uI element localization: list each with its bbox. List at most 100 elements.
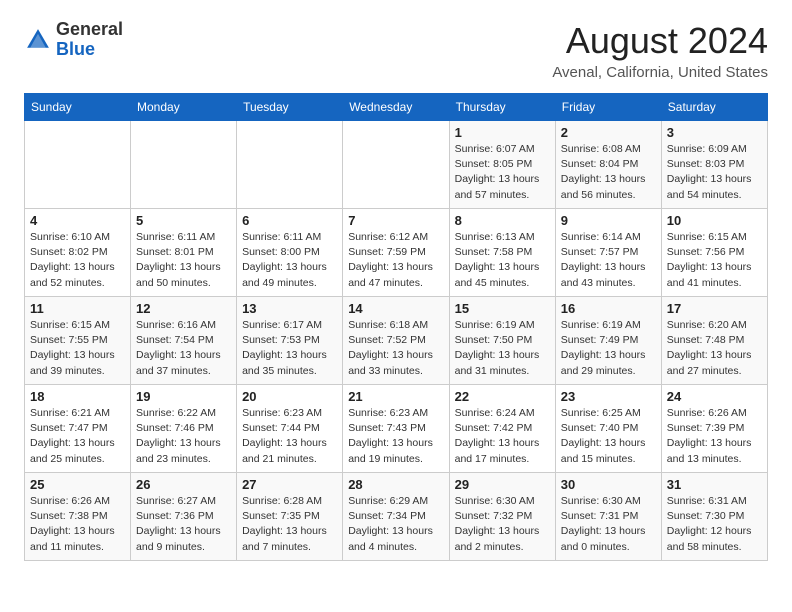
day-info: Sunrise: 6:08 AMSunset: 8:04 PMDaylight:…: [561, 142, 656, 203]
day-number: 25: [30, 477, 125, 492]
table-row: [237, 121, 343, 209]
day-info: Sunrise: 6:15 AMSunset: 7:55 PMDaylight:…: [30, 318, 125, 379]
day-number: 3: [667, 125, 762, 140]
day-number: 23: [561, 389, 656, 404]
day-number: 29: [455, 477, 550, 492]
day-info: Sunrise: 6:22 AMSunset: 7:46 PMDaylight:…: [136, 406, 231, 467]
day-info: Sunrise: 6:30 AMSunset: 7:32 PMDaylight:…: [455, 494, 550, 555]
col-thursday: Thursday: [449, 94, 555, 121]
day-info: Sunrise: 6:27 AMSunset: 7:36 PMDaylight:…: [136, 494, 231, 555]
day-number: 4: [30, 213, 125, 228]
day-info: Sunrise: 6:26 AMSunset: 7:38 PMDaylight:…: [30, 494, 125, 555]
day-number: 2: [561, 125, 656, 140]
day-number: 1: [455, 125, 550, 140]
table-row: 18 Sunrise: 6:21 AMSunset: 7:47 PMDayligh…: [25, 385, 131, 473]
table-row: 1 Sunrise: 6:07 AMSunset: 8:05 PMDaylight…: [449, 121, 555, 209]
day-number: 21: [348, 389, 443, 404]
day-number: 10: [667, 213, 762, 228]
table-row: [343, 121, 449, 209]
table-row: 19Sunrise: 6:22 AMSunset: 7:46 PMDayligh…: [131, 385, 237, 473]
day-number: 11: [30, 301, 125, 316]
table-row: 12Sunrise: 6:16 AMSunset: 7:54 PMDayligh…: [131, 297, 237, 385]
calendar-week-row: 25 Sunrise: 6:26 AMSunset: 7:38 PMDayligh…: [25, 473, 768, 561]
day-info: Sunrise: 6:18 AMSunset: 7:52 PMDaylight:…: [348, 318, 443, 379]
logo-icon: [24, 26, 52, 54]
day-number: 30: [561, 477, 656, 492]
table-row: 23 Sunrise: 6:25 AMSunset: 7:40 PMDayligh…: [555, 385, 661, 473]
day-info: Sunrise: 6:16 AMSunset: 7:54 PMDaylight:…: [136, 318, 231, 379]
day-number: 14: [348, 301, 443, 316]
day-number: 31: [667, 477, 762, 492]
day-number: 27: [242, 477, 337, 492]
table-row: 20 Sunrise: 6:23 AMSunset: 7:44 PMDayligh…: [237, 385, 343, 473]
day-info: Sunrise: 6:15 AMSunset: 7:56 PMDaylight:…: [667, 230, 762, 291]
logo: General Blue: [24, 20, 123, 60]
table-row: 17 Sunrise: 6:20 AMSunset: 7:48 PMDayligh…: [661, 297, 767, 385]
day-number: 8: [455, 213, 550, 228]
day-number: 15: [455, 301, 550, 316]
day-info: Sunrise: 6:19 AMSunset: 7:49 PMDaylight:…: [561, 318, 656, 379]
day-number: 20: [242, 389, 337, 404]
day-number: 13: [242, 301, 337, 316]
table-row: 21Sunrise: 6:23 AMSunset: 7:43 PMDayligh…: [343, 385, 449, 473]
table-row: 31Sunrise: 6:31 AMSunset: 7:30 PMDayligh…: [661, 473, 767, 561]
day-info: Sunrise: 6:12 AMSunset: 7:59 PMDaylight:…: [348, 230, 443, 291]
day-info: Sunrise: 6:24 AMSunset: 7:42 PMDaylight:…: [455, 406, 550, 467]
day-info: Sunrise: 6:11 AMSunset: 8:01 PMDaylight:…: [136, 230, 231, 291]
col-sunday: Sunday: [25, 94, 131, 121]
table-row: 4Sunrise: 6:10 AMSunset: 8:02 PMDaylight…: [25, 209, 131, 297]
calendar-week-row: 18 Sunrise: 6:21 AMSunset: 7:47 PMDayligh…: [25, 385, 768, 473]
day-info: Sunrise: 6:26 AMSunset: 7:39 PMDaylight:…: [667, 406, 762, 467]
table-row: 6Sunrise: 6:11 AMSunset: 8:00 PMDaylight…: [237, 209, 343, 297]
month-year-title: August 2024: [552, 20, 768, 62]
title-area: August 2024 Avenal, California, United S…: [552, 20, 768, 81]
day-info: Sunrise: 6:09 AMSunset: 8:03 PMDaylight:…: [667, 142, 762, 203]
table-row: [25, 121, 131, 209]
col-saturday: Saturday: [661, 94, 767, 121]
table-row: 16 Sunrise: 6:19 AMSunset: 7:49 PMDayligh…: [555, 297, 661, 385]
day-info: Sunrise: 6:20 AMSunset: 7:48 PMDaylight:…: [667, 318, 762, 379]
table-row: 3 Sunrise: 6:09 AMSunset: 8:03 PMDaylight…: [661, 121, 767, 209]
day-info: Sunrise: 6:07 AMSunset: 8:05 PMDaylight:…: [455, 142, 550, 203]
col-friday: Friday: [555, 94, 661, 121]
table-row: 24 Sunrise: 6:26 AMSunset: 7:39 PMDayligh…: [661, 385, 767, 473]
table-row: 30 Sunrise: 6:30 AMSunset: 7:31 PMDayligh…: [555, 473, 661, 561]
day-number: 18: [30, 389, 125, 404]
table-row: 22 Sunrise: 6:24 AMSunset: 7:42 PMDayligh…: [449, 385, 555, 473]
table-row: [131, 121, 237, 209]
table-row: 2 Sunrise: 6:08 AMSunset: 8:04 PMDaylight…: [555, 121, 661, 209]
day-number: 16: [561, 301, 656, 316]
table-row: 29 Sunrise: 6:30 AMSunset: 7:32 PMDayligh…: [449, 473, 555, 561]
col-tuesday: Tuesday: [237, 94, 343, 121]
day-info: Sunrise: 6:25 AMSunset: 7:40 PMDaylight:…: [561, 406, 656, 467]
col-monday: Monday: [131, 94, 237, 121]
table-row: 26Sunrise: 6:27 AMSunset: 7:36 PMDayligh…: [131, 473, 237, 561]
table-row: 28Sunrise: 6:29 AMSunset: 7:34 PMDayligh…: [343, 473, 449, 561]
table-row: 11 Sunrise: 6:15 AMSunset: 7:55 PMDayligh…: [25, 297, 131, 385]
day-info: Sunrise: 6:11 AMSunset: 8:00 PMDaylight:…: [242, 230, 337, 291]
day-info: Sunrise: 6:28 AMSunset: 7:35 PMDaylight:…: [242, 494, 337, 555]
day-number: 22: [455, 389, 550, 404]
table-row: 5 Sunrise: 6:11 AMSunset: 8:01 PMDaylight…: [131, 209, 237, 297]
table-row: 14 Sunrise: 6:18 AMSunset: 7:52 PMDayligh…: [343, 297, 449, 385]
day-info: Sunrise: 6:17 AMSunset: 7:53 PMDaylight:…: [242, 318, 337, 379]
day-number: 17: [667, 301, 762, 316]
logo-general-text: General: [56, 19, 123, 39]
table-row: 7Sunrise: 6:12 AMSunset: 7:59 PMDaylight…: [343, 209, 449, 297]
calendar-week-row: 11 Sunrise: 6:15 AMSunset: 7:55 PMDayligh…: [25, 297, 768, 385]
table-row: 27 Sunrise: 6:28 AMSunset: 7:35 PMDayligh…: [237, 473, 343, 561]
calendar-week-row: 1 Sunrise: 6:07 AMSunset: 8:05 PMDaylight…: [25, 121, 768, 209]
day-info: Sunrise: 6:30 AMSunset: 7:31 PMDaylight:…: [561, 494, 656, 555]
day-number: 5: [136, 213, 231, 228]
table-row: 13 Sunrise: 6:17 AMSunset: 7:53 PMDayligh…: [237, 297, 343, 385]
location-subtitle: Avenal, California, United States: [552, 64, 768, 81]
page-header: General Blue August 2024 Avenal, Califor…: [24, 20, 768, 81]
day-number: 24: [667, 389, 762, 404]
day-info: Sunrise: 6:21 AMSunset: 7:47 PMDaylight:…: [30, 406, 125, 467]
day-info: Sunrise: 6:13 AMSunset: 7:58 PMDaylight:…: [455, 230, 550, 291]
logo-blue-text: Blue: [56, 39, 95, 59]
table-row: 10 Sunrise: 6:15 AMSunset: 7:56 PMDayligh…: [661, 209, 767, 297]
day-info: Sunrise: 6:23 AMSunset: 7:44 PMDaylight:…: [242, 406, 337, 467]
table-row: 9Sunrise: 6:14 AMSunset: 7:57 PMDaylight…: [555, 209, 661, 297]
table-row: 8 Sunrise: 6:13 AMSunset: 7:58 PMDaylight…: [449, 209, 555, 297]
